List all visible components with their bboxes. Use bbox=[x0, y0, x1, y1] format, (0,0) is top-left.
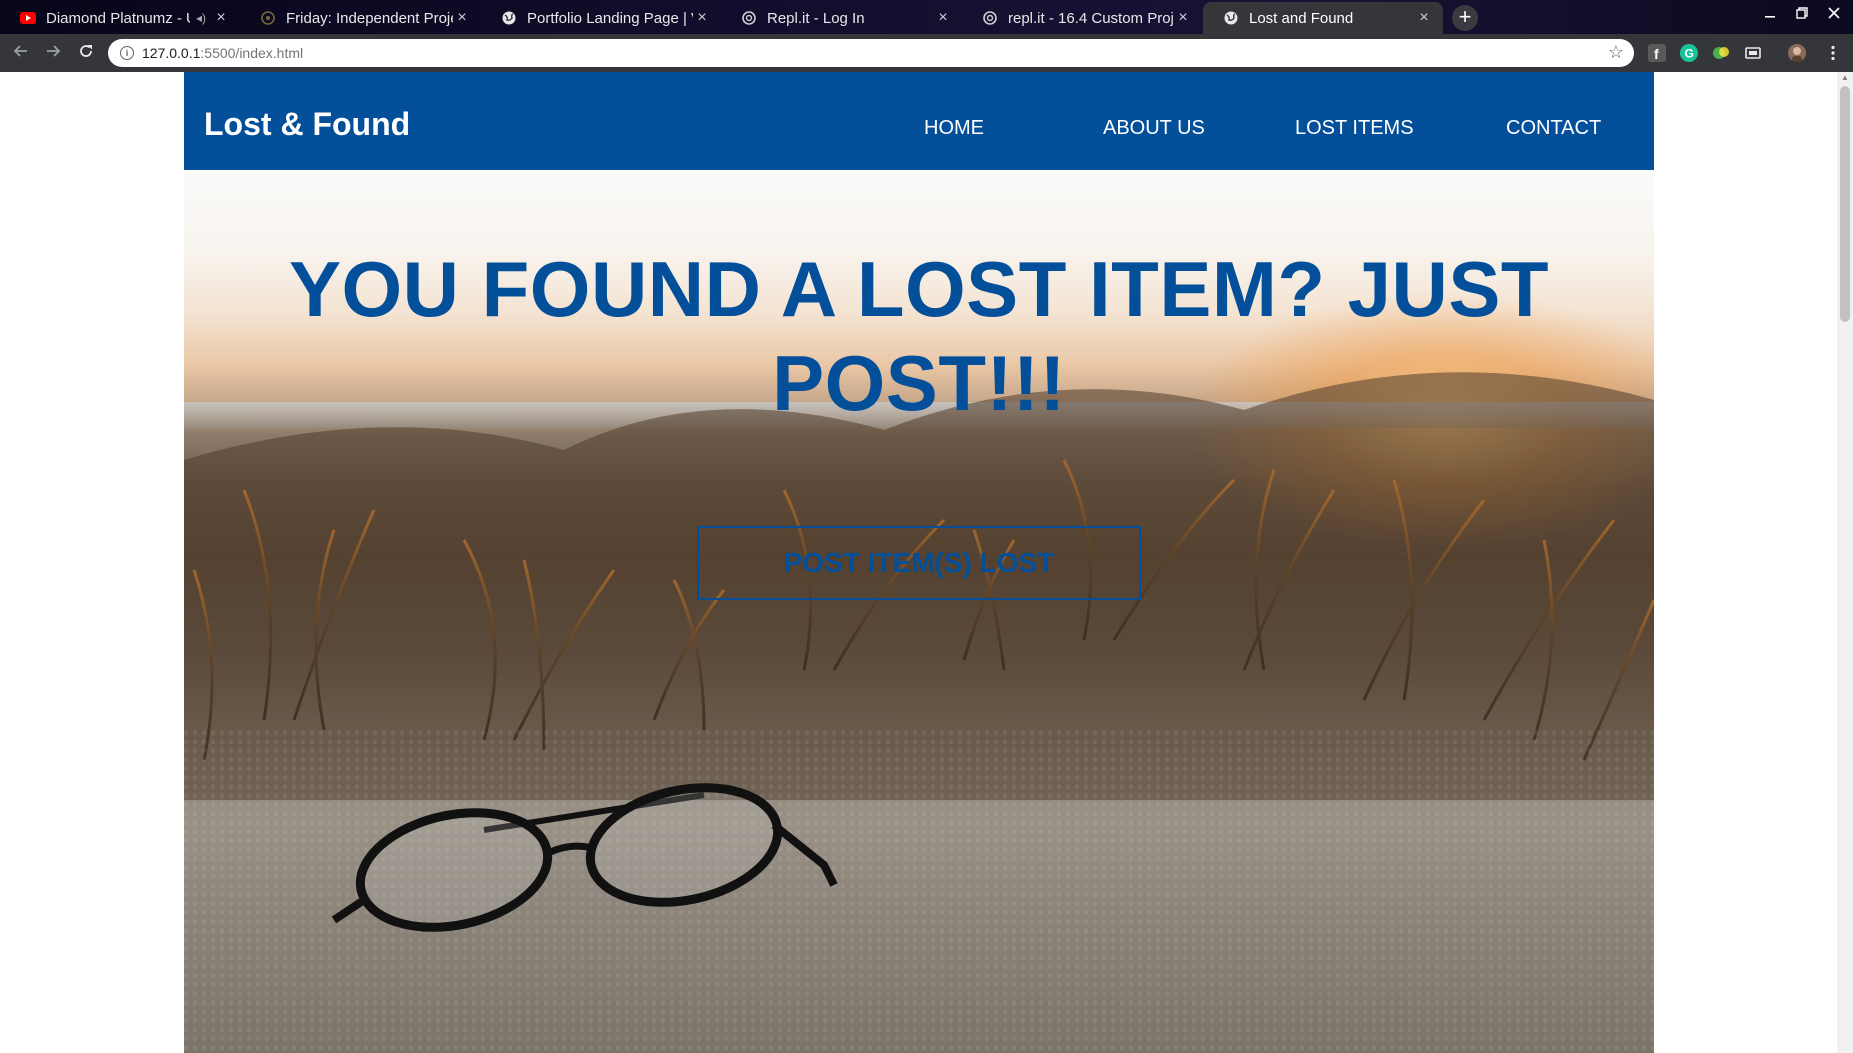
restore-icon[interactable] bbox=[1792, 6, 1812, 23]
tab-title: repl.it - 16.4 Custom Proje bbox=[1008, 9, 1174, 27]
git-icon bbox=[260, 10, 276, 26]
browser-tab[interactable]: Portfolio Landing Page | V × bbox=[481, 2, 721, 34]
tab-title: Friday: Independent Proje bbox=[286, 9, 453, 27]
nav-link-lost-items[interactable]: LOST ITEMS bbox=[1295, 117, 1414, 140]
avatar[interactable] bbox=[1788, 44, 1806, 62]
forward-icon[interactable] bbox=[42, 42, 64, 64]
bookmark-star-icon[interactable]: ☆ bbox=[1608, 42, 1624, 63]
site-container: Lost & Found HOME ABOUT US LOST ITEMS CO… bbox=[184, 72, 1654, 1053]
site-logo[interactable]: Lost & Found bbox=[204, 106, 410, 143]
address-path: :5500/index.html bbox=[200, 45, 304, 61]
hero-section: YOU FOUND A LOST ITEM? JUST POST!!! POST… bbox=[184, 170, 1654, 1053]
browser-tab[interactable]: repl.it - 16.4 Custom Proje × bbox=[962, 2, 1202, 34]
back-icon[interactable] bbox=[10, 42, 32, 64]
menu-icon[interactable] bbox=[1824, 44, 1842, 62]
site-header: Lost & Found HOME ABOUT US LOST ITEMS CO… bbox=[184, 72, 1654, 170]
browser-toolbar: i 127.0.0.1:5500/index.html ☆ f G bbox=[0, 34, 1853, 72]
new-tab-button[interactable]: + bbox=[1452, 5, 1478, 31]
close-icon[interactable]: × bbox=[934, 9, 952, 27]
close-icon[interactable]: × bbox=[1415, 9, 1433, 27]
minimize-icon[interactable] bbox=[1760, 6, 1780, 23]
scrollbar-thumb[interactable] bbox=[1840, 86, 1850, 322]
post-item-button[interactable]: POST ITEM(S) LOST bbox=[697, 526, 1141, 600]
browser-tab[interactable]: Diamond Platnumz - U ◂) × bbox=[0, 2, 240, 34]
scroll-up-icon[interactable]: ▲ bbox=[1840, 74, 1850, 82]
browser-tab[interactable]: Repl.it - Log In × bbox=[721, 2, 962, 34]
replit-icon bbox=[982, 10, 998, 26]
globe-icon bbox=[1223, 10, 1239, 26]
svg-text:G: G bbox=[1685, 47, 1694, 61]
close-window-icon[interactable] bbox=[1824, 6, 1844, 23]
browser-tab-strip: Diamond Platnumz - U ◂) × Friday: Indepe… bbox=[0, 0, 1853, 34]
address-host: 127.0.0.1 bbox=[142, 45, 201, 61]
close-icon[interactable]: × bbox=[453, 9, 471, 27]
browser-tab[interactable]: Friday: Independent Proje × bbox=[240, 2, 481, 34]
reload-icon[interactable] bbox=[75, 42, 97, 64]
close-icon[interactable]: × bbox=[693, 9, 711, 27]
nav-link-home[interactable]: HOME bbox=[924, 117, 984, 140]
facebook-icon[interactable]: f bbox=[1648, 44, 1666, 62]
tab-title: Repl.it - Log In bbox=[767, 9, 865, 27]
tab-title: Lost and Found bbox=[1249, 9, 1354, 27]
nav-link-contact[interactable]: CONTACT bbox=[1506, 117, 1601, 140]
tab-title: Portfolio Landing Page | V bbox=[527, 9, 693, 27]
youtube-icon bbox=[20, 10, 36, 26]
eyeglasses-image bbox=[331, 783, 838, 932]
globe-icon bbox=[501, 10, 517, 26]
page-scrollbar[interactable]: ▲ bbox=[1837, 72, 1853, 1053]
tab-title: Diamond Platnumz - U bbox=[46, 9, 190, 27]
svg-text:f: f bbox=[1654, 46, 1659, 62]
page-viewport: Lost & Found HOME ABOUT US LOST ITEMS CO… bbox=[0, 72, 1853, 1053]
grammarly-icon[interactable]: G bbox=[1680, 44, 1698, 62]
browser-tab-active[interactable]: Lost and Found × bbox=[1203, 2, 1443, 34]
address-bar[interactable]: i 127.0.0.1:5500/index.html ☆ bbox=[108, 39, 1634, 67]
replit-icon bbox=[741, 10, 757, 26]
info-icon[interactable]: i bbox=[120, 46, 134, 60]
close-icon[interactable]: × bbox=[212, 9, 230, 27]
nav-link-about[interactable]: ABOUT US bbox=[1103, 117, 1205, 140]
hero-title: YOU FOUND A LOST ITEM? JUST POST!!! bbox=[288, 245, 1550, 427]
audio-icon[interactable]: ◂) bbox=[196, 11, 206, 25]
cast-icon[interactable] bbox=[1744, 44, 1762, 62]
extension-icon[interactable] bbox=[1712, 44, 1730, 62]
close-icon[interactable]: × bbox=[1174, 9, 1192, 27]
